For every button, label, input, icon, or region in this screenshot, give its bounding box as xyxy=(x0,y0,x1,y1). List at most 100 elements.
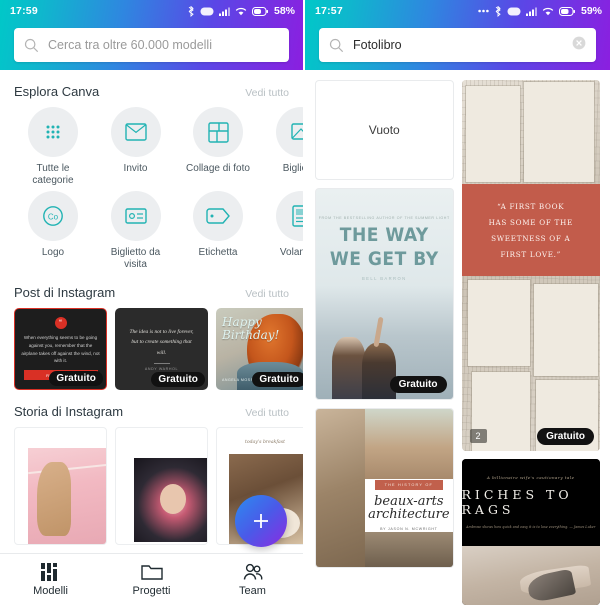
bottom-navigation: Modelli Progetti Team xyxy=(0,553,303,605)
search-icon xyxy=(24,38,39,52)
card-text-block: A billionaire wife's cautionary tale RIC… xyxy=(461,458,600,547)
category-grid: Tutte le categorie Invito Collage di fot… xyxy=(14,99,303,271)
card-text-block: THE HISTORY OF beaux-arts architecture B… xyxy=(365,478,453,533)
tag-icon xyxy=(193,191,243,241)
right-status-bar: 17:57 59% xyxy=(305,0,610,22)
template-card-the-way-we-get-by[interactable]: FROM THE BESTSELLING AUTHOR OF THE SUMME… xyxy=(315,188,454,400)
search-bar[interactable]: Fotolibro xyxy=(319,28,596,62)
status-icons: 58% xyxy=(187,5,295,17)
template-card-riches-to-rags[interactable]: A billionaire wife's cautionary tale RIC… xyxy=(461,458,600,605)
quote-line-1: “A FIRST BOOK xyxy=(497,201,565,211)
card-kicker: FROM THE BESTSELLING AUTHOR OF THE SUMME… xyxy=(318,216,450,220)
template-card-blank[interactable]: Vuoto xyxy=(315,80,454,180)
quote-line-4: FIRST LOVE.” xyxy=(500,249,562,259)
logo-circle-icon: Co xyxy=(28,191,78,241)
template-card-airplane-quote[interactable]: “ When everything seems to be going agai… xyxy=(14,308,107,390)
card-label: Vuoto xyxy=(368,123,400,137)
category-label: Tutte le categorie xyxy=(32,163,74,186)
template-card-first-book-quote[interactable]: “A FIRST BOOK HAS SOME OF THE SWEETNESS … xyxy=(461,80,600,451)
nav-item-modelli[interactable]: Modelli xyxy=(0,562,101,597)
post-body-text: When everything seems to be going agains… xyxy=(21,335,100,364)
search-input[interactable]: Cerca tra oltre 60.000 modelli xyxy=(48,38,212,52)
card-title-line1: THE WAY xyxy=(339,224,429,247)
see-all-link-stories[interactable]: Vedi tutto xyxy=(245,407,289,419)
template-card-pink-fashion[interactable] xyxy=(14,427,107,545)
category-item-logo[interactable]: Co Logo xyxy=(14,191,92,271)
person-graphic xyxy=(332,337,366,399)
card-title-line1: beaux-arts xyxy=(374,493,444,509)
signal-icon xyxy=(218,7,230,16)
template-card-create-quote[interactable]: The idea is not to live forever, but to … xyxy=(115,308,208,390)
figure-graphic xyxy=(37,462,71,536)
template-card-floral-portrait[interactable] xyxy=(115,427,208,545)
battery-icon xyxy=(558,6,575,16)
street-photo xyxy=(365,532,453,567)
create-design-fab[interactable] xyxy=(235,495,287,547)
bluetooth-icon xyxy=(188,5,194,17)
quote-mark-icon: “ xyxy=(54,317,67,329)
category-label: Collage di foto xyxy=(186,163,250,174)
quote-overlay: “A FIRST BOOK HAS SOME OF THE SWEETNESS … xyxy=(461,184,600,276)
card-text-block: FROM THE BESTSELLING AUTHOR OF THE SUMME… xyxy=(316,215,453,281)
category-item-collage[interactable]: Collage di foto xyxy=(179,107,257,187)
see-all-link-posts[interactable]: Vedi tutto xyxy=(245,288,289,300)
template-card-happy-birthday[interactable]: Happy Birthday! ANGELA MOSS WISHES YOU G… xyxy=(216,308,303,390)
card-icon xyxy=(275,107,303,157)
card-kicker: THE HISTORY OF xyxy=(374,479,444,490)
status-badge: Gratuito xyxy=(252,372,303,387)
card-title: RICHES TO RAGS xyxy=(461,487,573,517)
right-screen: 17:57 59% Fotolibro Vuoto FROM THE BESTS… xyxy=(305,0,610,605)
category-label: Logo xyxy=(41,247,65,258)
nav-label: Progetti xyxy=(132,584,171,597)
wifi-icon xyxy=(235,7,247,15)
category-item-volantino[interactable]: Volantino xyxy=(262,191,303,271)
category-label: Invito xyxy=(123,163,148,174)
battery-percent: 58% xyxy=(273,5,295,17)
bluetooth-icon xyxy=(495,5,501,17)
battery-percent: 59% xyxy=(580,5,602,17)
post-body-text: The idea is not to live forever, but to … xyxy=(129,329,194,356)
status-badge: Gratuito xyxy=(49,371,103,386)
page-count-badge: 2 xyxy=(469,428,487,443)
clear-icon[interactable] xyxy=(572,36,586,55)
search-input[interactable]: Fotolibro xyxy=(353,38,402,52)
quote-line-3: SWEETNESS OF A xyxy=(491,233,571,243)
wifi-icon xyxy=(542,7,554,15)
left-screen: 17:59 58% Cerca tra oltre 60.000 modelli… xyxy=(0,0,305,605)
book-page xyxy=(465,86,520,182)
see-all-link-explore[interactable]: Vedi tutto xyxy=(245,87,289,99)
grid-dots-icon xyxy=(28,107,78,157)
category-label: Volantino xyxy=(279,247,303,258)
post-title: Happy Birthday! xyxy=(222,316,279,341)
card-kicker: A billionaire wife's cautionary tale xyxy=(486,475,575,480)
story-caption: today's breakfast xyxy=(245,440,285,445)
section-header-stories: Storia di Instagram Vedi tutto xyxy=(0,390,303,419)
status-badge: Gratuito xyxy=(151,372,205,387)
category-item-biglietto[interactable]: Biglietto xyxy=(262,107,303,187)
quote-mark: “ xyxy=(59,320,62,326)
nav-label: Team xyxy=(239,584,266,597)
skyline-photo xyxy=(365,409,453,479)
nav-item-team[interactable]: Team xyxy=(202,563,303,597)
results-column-right: “A FIRST BOOK HAS SOME OF THE SWEETNESS … xyxy=(461,80,600,605)
section-title: Storia di Instagram xyxy=(14,404,124,419)
search-results-grid[interactable]: Vuoto FROM THE BESTSELLING AUTHOR OF THE… xyxy=(305,70,610,605)
template-card-beaux-arts[interactable]: THE HISTORY OF beaux-arts architecture B… xyxy=(315,408,454,568)
book-page xyxy=(533,284,598,376)
results-column-left: Vuoto FROM THE BESTSELLING AUTHOR OF THE… xyxy=(315,80,454,605)
category-item-invito[interactable]: Invito xyxy=(97,107,175,187)
search-bar[interactable]: Cerca tra oltre 60.000 modelli xyxy=(14,28,289,62)
card-author: BY JASON N. MCWRIGHT xyxy=(380,527,438,532)
section-title: Esplora Canva xyxy=(14,84,100,99)
plus-icon xyxy=(254,514,268,528)
section-header-explore: Esplora Canva Vedi tutto xyxy=(0,70,303,99)
signal-icon xyxy=(525,7,537,16)
section-title: Post di Instagram xyxy=(14,285,116,300)
category-item-etichetta[interactable]: Etichetta xyxy=(179,191,257,271)
instagram-posts-row[interactable]: “ When everything seems to be going agai… xyxy=(0,300,303,390)
category-item-all[interactable]: Tutte le categorie xyxy=(14,107,92,187)
search-icon xyxy=(329,38,344,52)
nav-item-progetti[interactable]: Progetti xyxy=(101,563,202,597)
person-graphic xyxy=(362,343,396,399)
category-item-business-card[interactable]: Biglietto da visita xyxy=(97,191,175,271)
